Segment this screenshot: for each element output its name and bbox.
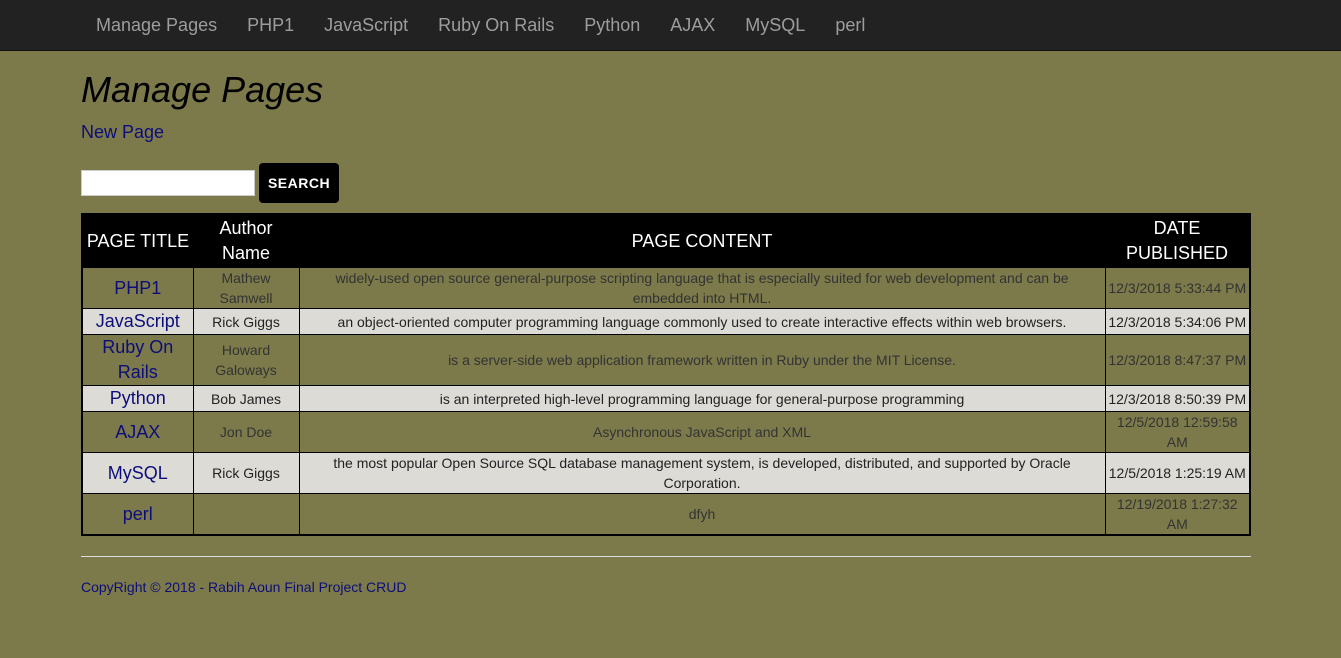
cell-author-name: Mathew Samwell [192, 267, 300, 309]
cell-page-content: an object-oriented computer programming … [298, 308, 1106, 335]
page-title-link[interactable]: MySQL [108, 463, 168, 483]
cell-page-title: AJAX [81, 411, 194, 453]
table-row: MySQL Rick Giggs the most popular Open Sou… [81, 452, 1251, 494]
cell-page-title: Ruby On Rails [81, 334, 194, 386]
cell-page-content: widely-used open source general-purpose … [298, 267, 1106, 309]
header-date-published: DATE PUBLISHED [1105, 214, 1250, 268]
footer-divider [81, 556, 1251, 557]
footer-copyright: CopyRight © 2018 - Rabih Aoun Final Proj… [81, 579, 407, 595]
cell-date-published: 12/5/2018 12:59:58 AM [1104, 411, 1251, 453]
table-row: PHP1 Mathew Samwell widely-used open sourc… [81, 267, 1251, 309]
nav-item-php1[interactable]: PHP1 [232, 0, 309, 51]
cell-page-title: JavaScript [81, 308, 194, 335]
cell-page-title: perl [81, 493, 194, 536]
cell-page-title: Python [81, 385, 194, 412]
cell-date-published: 12/19/2018 1:27:32 AM [1104, 493, 1251, 536]
cell-author-name: Howard Galoways [192, 334, 300, 386]
nav-item-ruby-on-rails[interactable]: Ruby On Rails [423, 0, 569, 51]
page-title-link[interactable]: perl [123, 504, 153, 524]
nav-item-javascript[interactable]: JavaScript [309, 0, 423, 51]
header-author-name: Author Name [193, 214, 299, 268]
cell-date-published: 12/5/2018 1:25:19 AM [1104, 452, 1251, 494]
header-page-content: PAGE CONTENT [299, 214, 1105, 268]
table-row: perl dfyh 12/19/2018 1:27:32 AM [81, 493, 1251, 536]
cell-page-content: is an interpreted high-level programming… [298, 385, 1106, 412]
nav-item-python[interactable]: Python [569, 0, 655, 51]
top-navbar: Manage Pages PHP1 JavaScript Ruby On Rails P… [0, 0, 1341, 51]
search-input[interactable] [81, 170, 255, 196]
search-row: SEARCH [81, 163, 1251, 203]
cell-page-content: dfyh [298, 493, 1106, 536]
cell-page-title: PHP1 [81, 267, 194, 309]
table-row: Python Bob James is an interpreted high-le… [81, 385, 1251, 412]
cell-page-content: the most popular Open Source SQL databas… [298, 452, 1106, 494]
page-title: Manage Pages [81, 69, 324, 110]
nav-item-manage-pages[interactable]: Manage Pages [81, 0, 232, 51]
cell-date-published: 12/3/2018 8:50:39 PM [1104, 385, 1251, 412]
page-title-link[interactable]: JavaScript [96, 311, 180, 331]
cell-page-content: Asynchronous JavaScript and XML [298, 411, 1106, 453]
main-container: Manage Pages New Page SEARCH PAGE TITLE … [81, 51, 1251, 595]
table-row: AJAX Jon Doe Asynchronous JavaScript and X… [81, 411, 1251, 453]
cell-author-name: Bob James [192, 385, 300, 412]
nav-item-perl[interactable]: perl [820, 0, 880, 51]
nav-item-mysql[interactable]: MySQL [730, 0, 820, 51]
cell-date-published: 12/3/2018 5:33:44 PM [1104, 267, 1251, 309]
page-title-link[interactable]: Ruby On Rails [102, 337, 173, 382]
cell-date-published: 12/3/2018 8:47:37 PM [1104, 334, 1251, 386]
cell-author-name: Rick Giggs [192, 452, 300, 494]
nav-list: Manage Pages PHP1 JavaScript Ruby On Rails P… [0, 0, 1341, 51]
table-header-row: PAGE TITLE Author Name PAGE CONTENT DATE… [82, 214, 1250, 268]
cell-author-name [192, 493, 300, 536]
page-title-link[interactable]: AJAX [115, 422, 160, 442]
header-page-title: PAGE TITLE [82, 214, 193, 268]
nav-item-ajax[interactable]: AJAX [655, 0, 730, 51]
pages-table: PAGE TITLE Author Name PAGE CONTENT DATE… [81, 213, 1251, 536]
page-title-link[interactable]: Python [110, 388, 166, 408]
search-button[interactable]: SEARCH [259, 163, 339, 203]
cell-author-name: Rick Giggs [192, 308, 300, 335]
cell-page-content: is a server-side web application framewo… [298, 334, 1106, 386]
page-title-link[interactable]: PHP1 [114, 278, 161, 298]
new-page-link[interactable]: New Page [81, 121, 1251, 143]
cell-date-published: 12/3/2018 5:34:06 PM [1104, 308, 1251, 335]
table-row: Ruby On Rails Howard Galoways is a server-… [81, 334, 1251, 386]
table-row: JavaScript Rick Giggs an object-oriented c… [81, 308, 1251, 335]
table-body: PHP1 Mathew Samwell widely-used open sourc… [81, 267, 1251, 536]
cell-page-title: MySQL [81, 452, 194, 494]
cell-author-name: Jon Doe [192, 411, 300, 453]
